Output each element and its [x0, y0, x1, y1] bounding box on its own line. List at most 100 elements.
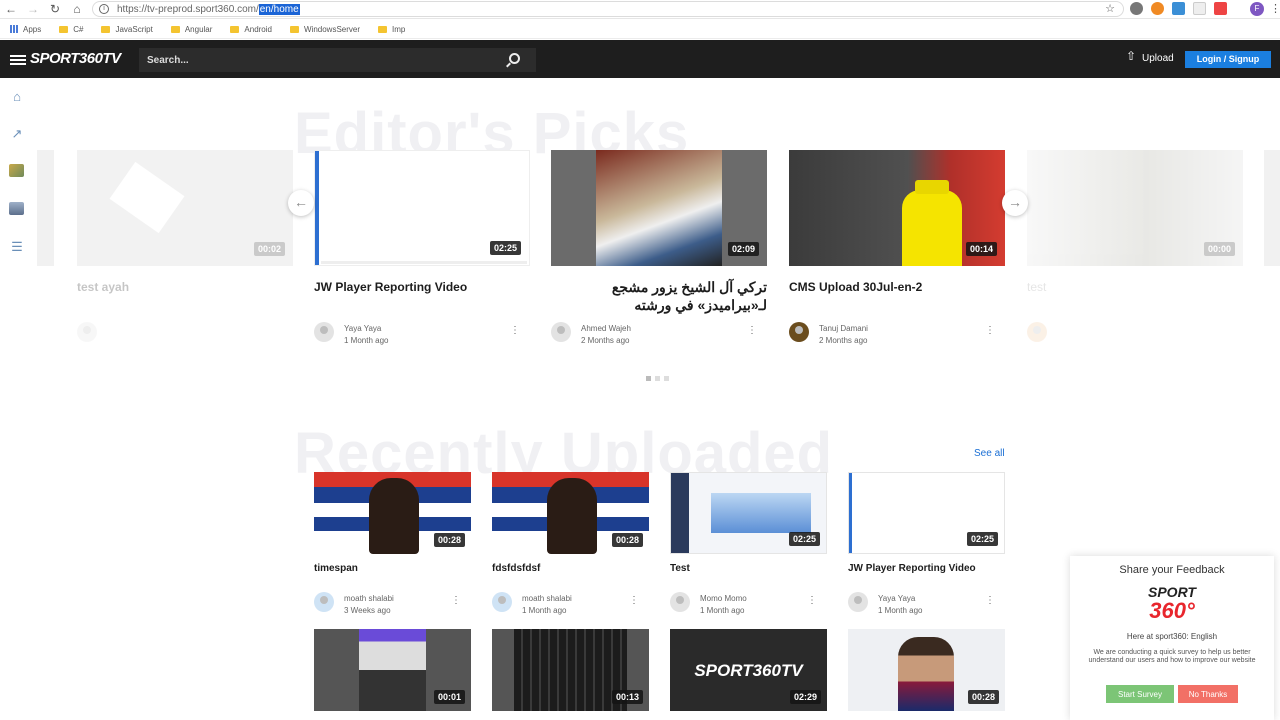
browser-menu-icon[interactable]: ⋮ [1270, 2, 1280, 15]
video-title[interactable]: تركي آل الشيخ يزور مشجع لـ«بيراميدز» في … [551, 278, 767, 314]
video-thumbnail[interactable]: 00:28 [314, 472, 471, 554]
see-all-link[interactable]: See all [974, 448, 1005, 459]
avatar[interactable] [1027, 322, 1047, 342]
extension-icon-5[interactable] [1214, 2, 1227, 15]
author-name[interactable]: Yaya Yaya [878, 593, 922, 605]
video-title[interactable]: Test [670, 563, 827, 574]
video-card[interactable]: 00:28 fdsfdsfdsf [492, 472, 649, 574]
avatar[interactable] [77, 322, 97, 342]
feedback-widget: Share your Feedback SPORT 360° Here at s… [1070, 556, 1274, 720]
author-name[interactable]: Ahmed Wajeh [581, 323, 631, 335]
video-card[interactable]: 00:13 [492, 629, 649, 711]
info-icon[interactable]: i [99, 4, 109, 14]
no-thanks-button[interactable]: No Thanks [1178, 685, 1238, 703]
author-name[interactable]: Yaya Yaya [344, 323, 388, 335]
video-card[interactable]: 00:00 test [1027, 150, 1243, 296]
carousel-prev-button[interactable]: ← [288, 190, 314, 216]
video-title[interactable]: JW Player Reporting Video [314, 278, 530, 296]
video-card[interactable]: SPORT360TV 02:29 [670, 629, 827, 711]
bookmark-apps[interactable]: Apps [10, 25, 41, 34]
more-options-icon[interactable]: ⋮ [510, 326, 520, 336]
bookmark-javascript[interactable]: JavaScript [101, 25, 153, 34]
bookmark-star-icon[interactable]: ☆ [1105, 2, 1115, 15]
video-card[interactable]: 02:25 JW Player Reporting Video [314, 150, 530, 296]
more-options-icon[interactable]: ⋮ [451, 596, 461, 606]
video-thumbnail[interactable]: 02:09 [551, 150, 767, 266]
home-browser-icon[interactable]: ⌂ [66, 0, 88, 18]
video-card[interactable]: 00:28 [848, 629, 1005, 711]
author-name[interactable]: Tanuj Damani [819, 323, 868, 335]
more-options-icon[interactable]: ⋮ [985, 596, 995, 606]
carousel-dot[interactable] [655, 376, 660, 381]
video-thumbnail[interactable]: 00:02 [77, 150, 293, 266]
category-thumb-1[interactable] [9, 164, 24, 177]
bookmark-csharp[interactable]: C# [59, 25, 83, 34]
extension-icon-4[interactable] [1193, 2, 1206, 15]
extension-icon-1[interactable] [1130, 2, 1143, 15]
extension-icon-2[interactable] [1151, 2, 1164, 15]
address-bar[interactable]: i https://tv-preprod.sport360.com/en/hom… [92, 1, 1124, 17]
avatar[interactable] [551, 322, 571, 342]
back-icon[interactable]: ← [0, 0, 22, 18]
bookmark-windowsserver[interactable]: WindowsServer [289, 25, 360, 34]
carousel-dot[interactable] [664, 376, 669, 381]
avatar[interactable] [848, 592, 868, 612]
site-logo[interactable]: SPORT360TV [30, 50, 121, 67]
video-card[interactable]: 02:09 تركي آل الشيخ يزور مشجع لـ«بيراميد… [551, 150, 767, 314]
extension-icon-3[interactable] [1172, 2, 1185, 15]
more-options-icon[interactable]: ⋮ [629, 596, 639, 606]
video-title[interactable]: test ayah [77, 278, 293, 296]
bookmark-angular[interactable]: Angular [170, 25, 212, 34]
video-card[interactable]: 02:25 JW Player Reporting Video [848, 472, 1005, 574]
home-icon[interactable]: ⌂ [9, 89, 25, 104]
video-title[interactable]: CMS Upload 30Jul-en-2 [789, 278, 1005, 296]
profile-avatar[interactable]: F [1250, 2, 1264, 16]
video-thumbnail[interactable]: 00:13 [492, 629, 649, 711]
video-thumbnail[interactable]: 02:25 [670, 472, 827, 554]
author-name[interactable]: moath shalabi [522, 593, 572, 605]
video-card[interactable]: 00:02 test ayah [77, 150, 293, 296]
video-thumbnail[interactable]: 00:01 [314, 629, 471, 711]
more-options-icon[interactable]: ⋮ [747, 326, 757, 336]
search-icon[interactable] [509, 53, 520, 64]
avatar[interactable] [492, 592, 512, 612]
login-signup-button[interactable]: Login / Signup [1185, 51, 1271, 68]
video-title[interactable]: JW Player Reporting Video [848, 563, 1005, 574]
avatar[interactable] [670, 592, 690, 612]
video-thumbnail[interactable]: 00:28 [848, 629, 1005, 711]
video-card[interactable]: 00:28 timespan [314, 472, 471, 574]
search-placeholder: Search... [147, 54, 189, 66]
more-options-icon[interactable]: ⋮ [807, 596, 817, 606]
carousel-dot[interactable] [646, 376, 651, 381]
avatar[interactable] [314, 592, 334, 612]
trending-icon[interactable]: ↗ [9, 126, 25, 141]
bookmark-imp[interactable]: Imp [378, 25, 405, 34]
start-survey-button[interactable]: Start Survey [1106, 685, 1174, 703]
hamburger-menu-icon[interactable] [10, 55, 26, 65]
author-name[interactable]: moath shalabi [344, 593, 394, 605]
video-thumbnail[interactable]: SPORT360TV 02:29 [670, 629, 827, 711]
video-title[interactable]: fdsfdsfdsf [492, 563, 649, 574]
video-title[interactable]: test [1027, 278, 1243, 296]
video-card[interactable]: 00:01 [314, 629, 471, 711]
video-thumbnail[interactable]: 00:14 [789, 150, 1005, 266]
video-thumbnail[interactable]: 00:00 [1027, 150, 1243, 266]
category-thumb-2[interactable] [9, 202, 24, 215]
reload-icon[interactable]: ↻ [44, 0, 66, 18]
video-card[interactable]: 02:25 Test [670, 472, 827, 574]
video-card[interactable]: 00:14 CMS Upload 30Jul-en-2 [789, 150, 1005, 296]
video-title[interactable]: timespan [314, 563, 471, 574]
upload-button[interactable]: Upload [1126, 49, 1174, 64]
list-icon[interactable]: ☰ [9, 239, 25, 254]
carousel-next-button[interactable]: → [1002, 190, 1028, 216]
avatar[interactable] [314, 322, 334, 342]
author-name[interactable]: Momo Momo [700, 593, 747, 605]
video-thumbnail[interactable]: 02:25 [314, 150, 530, 266]
forward-icon[interactable]: → [22, 0, 44, 18]
more-options-icon[interactable]: ⋮ [985, 326, 995, 336]
avatar[interactable] [789, 322, 809, 342]
video-thumbnail[interactable]: 02:25 [848, 472, 1005, 554]
search-input[interactable]: Search... [139, 48, 536, 72]
bookmark-android[interactable]: Android [230, 25, 272, 34]
video-thumbnail[interactable]: 00:28 [492, 472, 649, 554]
